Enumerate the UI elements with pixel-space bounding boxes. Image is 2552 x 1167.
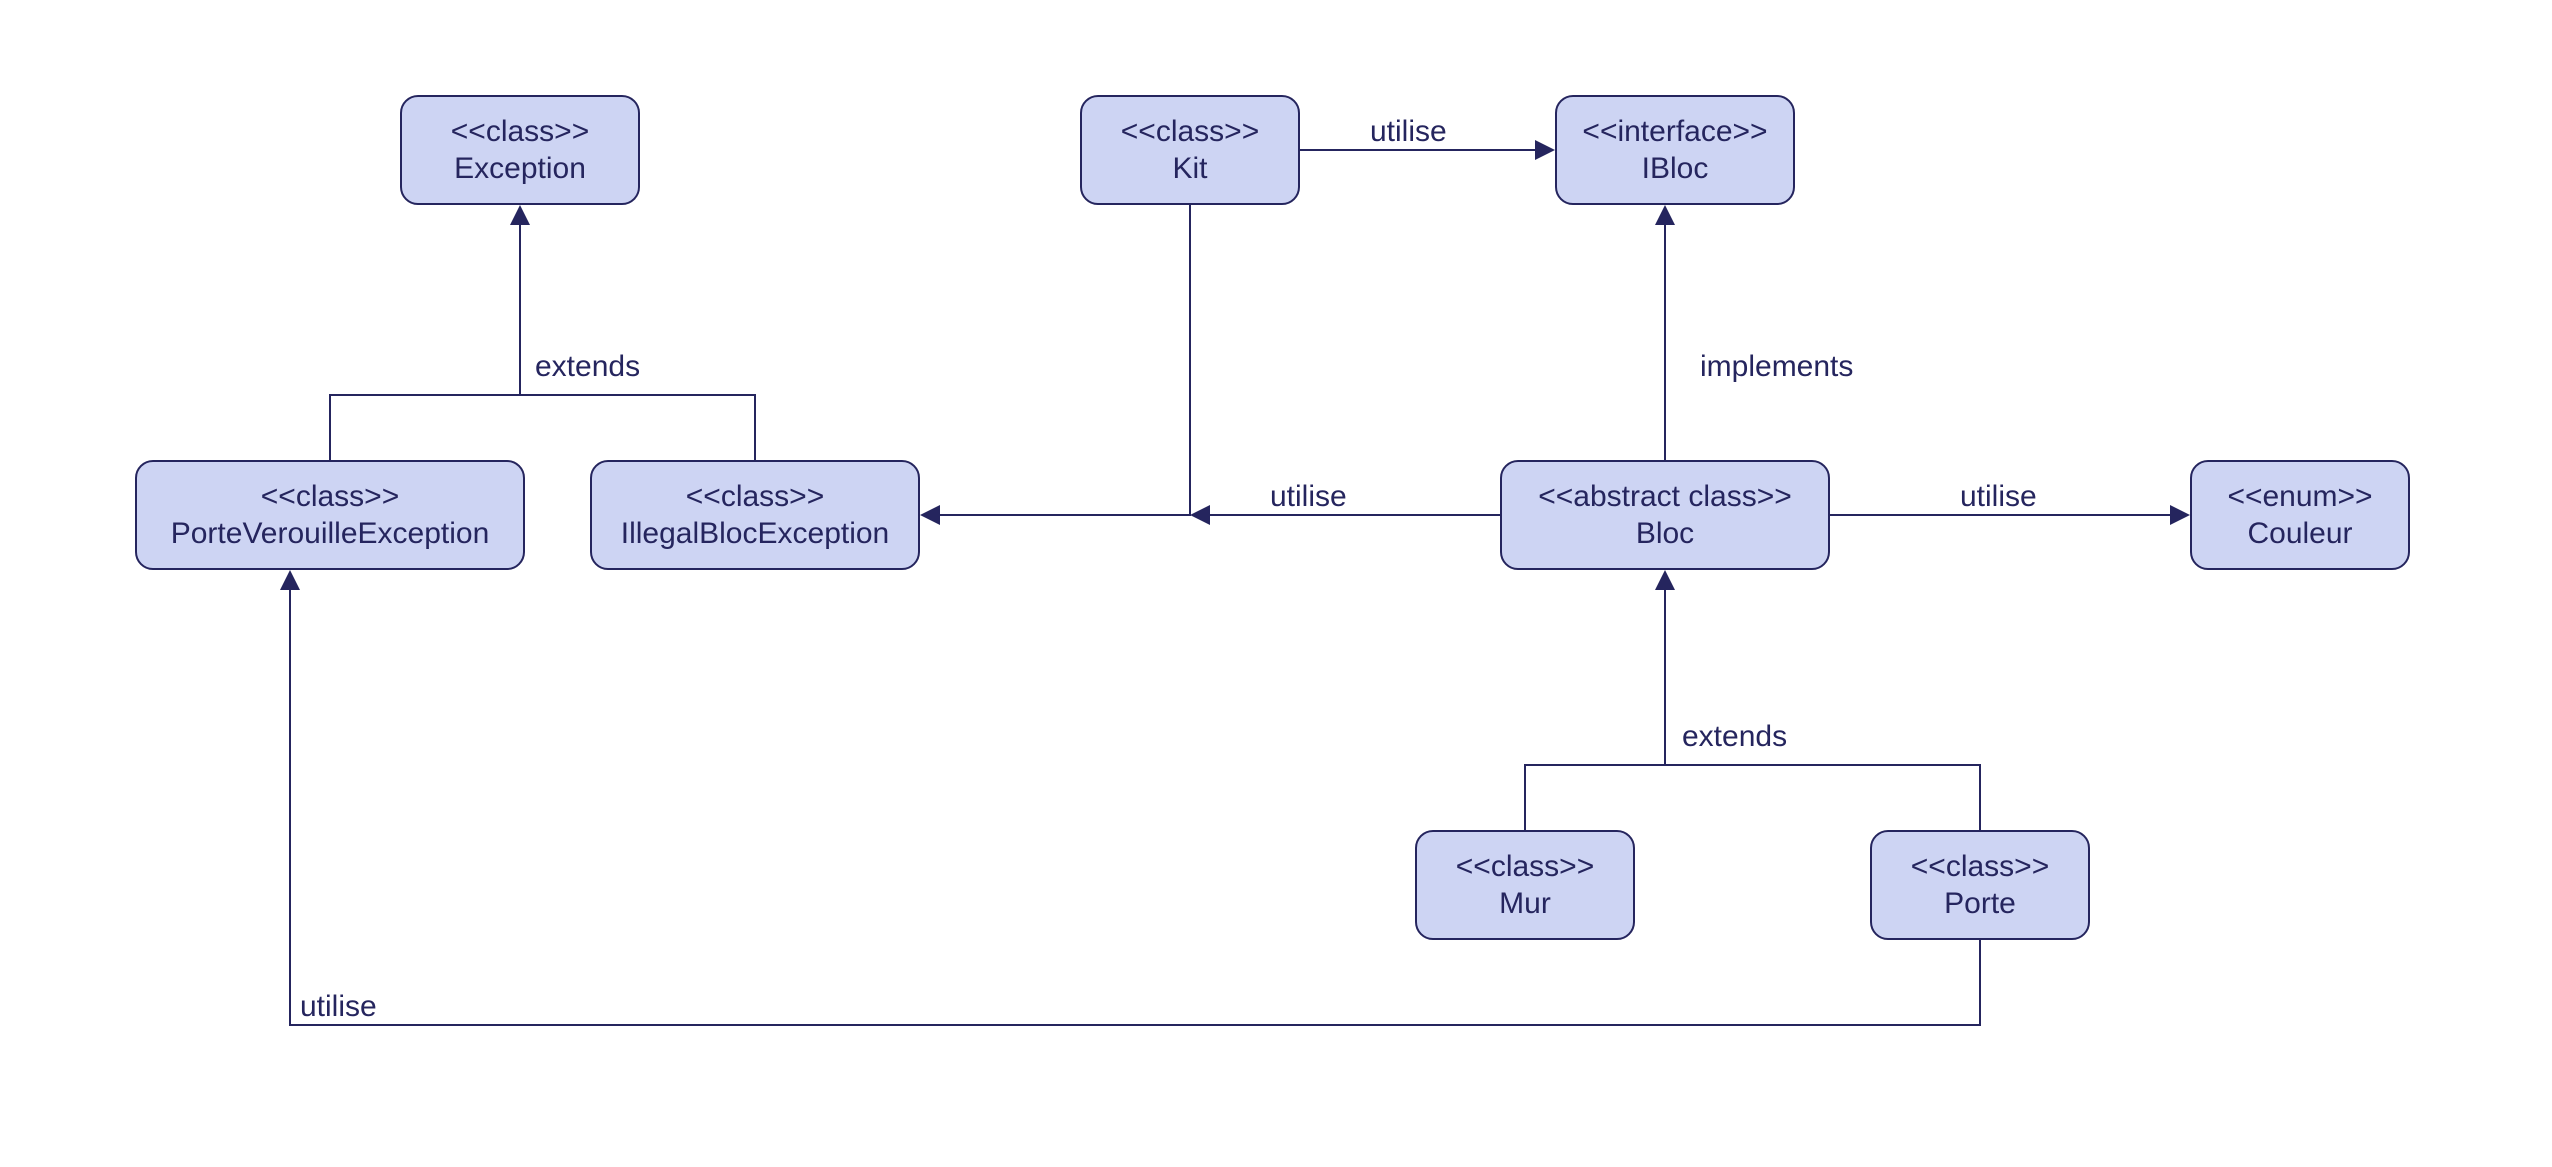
class-name: PorteVerouilleException [171,515,490,553]
arrow-bloc-couleur [2170,505,2190,525]
arrow-exception [510,205,530,225]
edge-bloc-children-h [1525,765,1980,830]
stereotype: <<abstract class>> [1538,478,1791,516]
label-utilise-bloc-coul: utilise [1960,480,2037,514]
class-name: Porte [1944,885,2016,923]
stereotype: <<class>> [686,478,824,516]
class-name: Couleur [2247,515,2352,553]
class-name: Exception [454,150,586,188]
node-bloc: <<abstract class>> Bloc [1500,460,1830,570]
label-utilise-porte-pve: utilise [300,990,377,1024]
label-implements: implements [1700,350,1853,384]
stereotype: <<enum>> [2227,478,2372,516]
label-utilise-bloc-kit: utilise [1270,480,1347,514]
arrow-bloc-extends [1655,570,1675,590]
stereotype: <<class>> [1456,848,1594,886]
class-name: IBloc [1642,150,1709,188]
diagram-canvas: <<class>> Exception <<class>> PorteVerou… [0,0,2552,1167]
edge-exception-children-h [330,395,755,460]
node-kit: <<class>> Kit [1080,95,1300,205]
arrow-kit-ibloc [1535,140,1555,160]
label-utilise-kit-ibloc: utilise [1370,115,1447,149]
arrow-bloc-ibloc [1655,205,1675,225]
stereotype: <<class>> [1121,113,1259,151]
edge-porte-pve [290,590,1980,1025]
node-porte: <<class>> Porte [1870,830,2090,940]
label-extends-exception: extends [535,350,640,384]
node-couleur: <<enum>> Couleur [2190,460,2410,570]
arrow-porte-pve [280,570,300,590]
edge-bloc-illegal [940,205,1190,515]
node-illegal-bloc-exception: <<class>> IllegalBlocException [590,460,920,570]
arrow-bloc-kit [1190,505,1210,525]
stereotype: <<class>> [451,113,589,151]
arrow-bloc-illegal [920,505,940,525]
node-mur: <<class>> Mur [1415,830,1635,940]
node-exception: <<class>> Exception [400,95,640,205]
class-name: Kit [1172,150,1207,188]
node-porte-verouille-exception: <<class>> PorteVerouilleException [135,460,525,570]
stereotype: <<class>> [261,478,399,516]
stereotype: <<class>> [1911,848,2049,886]
class-name: IllegalBlocException [621,515,890,553]
stereotype: <<interface>> [1582,113,1767,151]
class-name: Mur [1499,885,1551,923]
node-ibloc: <<interface>> IBloc [1555,95,1795,205]
label-extends-bloc: extends [1682,720,1787,754]
class-name: Bloc [1636,515,1694,553]
